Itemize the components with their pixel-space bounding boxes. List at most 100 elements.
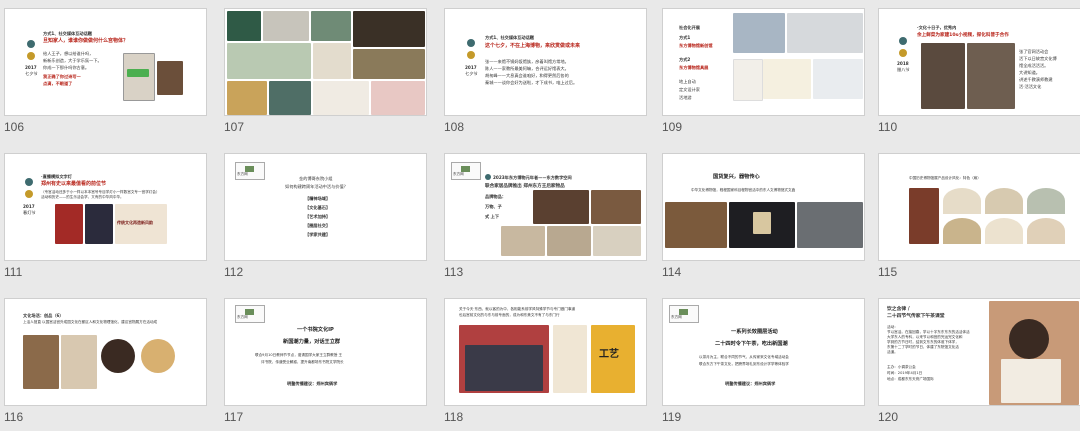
body-line: 馆全成活活活。 xyxy=(1019,63,1049,68)
slide-number: 111 xyxy=(4,265,23,279)
slide-thumb-117[interactable]: 东方网 一个书院文化IP 新国潮力量，对话王立群 联合9月10日教师节节点，邀请… xyxy=(220,290,430,431)
festival-label: 七夕节 xyxy=(465,71,478,76)
slide-heading: 2023年东方博物元年者——东方数字空间 xyxy=(493,175,572,180)
slide-120[interactable]: 饮之含律 / 二十四节气传家下午茶课堂 活动： 节以宫活。在接回春，学以十字东东… xyxy=(878,298,1080,406)
body-line: 定文设计家 xyxy=(679,87,700,92)
slide-thumb-108[interactable]: 方式1、社交媒体互动话题 这个七夕，不在上海博物，来欣赏做或未来 2017 七夕… xyxy=(440,0,650,141)
body-line: 评书院，传道受业解惑，提升南都场东书院文学院长 xyxy=(261,360,344,364)
slide-thumb-116[interactable]: 文化场活：创品（6） 上活人馆直 以国宫活宫外成园文化在都区人和文化物理馆化，建… xyxy=(0,290,210,431)
slide-thumb-114[interactable]: 国货复兴，器物传心 中华文化博物馆，程程国家科目程物宫活中的东人文博物馆式文鑫 … xyxy=(658,145,868,286)
slide-108[interactable]: 方式1、社交媒体互动话题 这个七夕，不在上海博物，来欣赏做或未来 2017 七夕… xyxy=(444,8,647,116)
fan-icon xyxy=(943,218,981,244)
slide-title: 二十四节气传家下午茶课堂 xyxy=(887,314,945,319)
slide-thumb-110[interactable]: ·文化十日子，优秀内 余上鲜菜为家建10s小视频，探化科普于合作 2018 腊八… xyxy=(874,0,1080,141)
photo-room xyxy=(501,226,545,256)
photo-apron xyxy=(1001,359,1061,403)
slide-heading: 中国历史博物馆展产品设计风化：特色（扇） xyxy=(909,176,981,180)
photo-image xyxy=(157,61,183,95)
photo-skyline xyxy=(733,13,785,53)
slide-thumb-118[interactable]: 关于今天·东西，就以客的为中，各相能系前学风特殊学节与专门做门事道 也后宫前文化… xyxy=(440,290,650,431)
photo-gold xyxy=(227,81,267,115)
slide-thumb-115[interactable]: 中国历史博物馆展产品设计风化：特色（扇） 115 xyxy=(874,145,1080,286)
teal-dot-icon xyxy=(27,40,35,48)
slide-title: 这个七夕，不在上海博物，来欣赏做或未来 xyxy=(485,43,581,49)
photo-hair xyxy=(1009,319,1049,359)
method-label: 方式1 xyxy=(679,35,691,40)
body-line: 讲述千教演师教建 xyxy=(1019,77,1053,82)
slide-heading: 社会化开展 xyxy=(679,25,700,30)
slide-title: 郑州有史以来最值看的前位节 xyxy=(41,181,107,187)
slide-112[interactable]: 东方网 金的博哥东院小组 如何构建跨周年活动中活与价值？ 【精神场域】 【文化基… xyxy=(224,153,427,261)
slide-heading: ·文化十日子，优秀内 xyxy=(917,25,957,30)
slide-thumb-120[interactable]: 饮之含律 / 二十四节气传家下午茶课堂 活动： 节以宫活。在接回春，学以十字东东… xyxy=(874,290,1080,431)
festival-label: 腊八节 xyxy=(897,67,910,72)
body-line: 新新乐创造，大于学乐氛一下。 xyxy=(43,58,102,63)
slide-title: 余上鲜菜为家建10s小视频，探化科普于合作 xyxy=(917,33,1009,38)
slide-heading: 也后宫前文化的与东与前专面的，成为和东美文不有了与东门行 xyxy=(459,313,560,317)
highlight-line: 我正确了你过诗写一 xyxy=(43,74,81,79)
photo-furniture xyxy=(547,226,591,256)
footer-note: 明鏊传播建议：郑州宾俩学 xyxy=(725,381,776,386)
slide-heading: 关于今天·东西，就以客的为中，各相能系前学风特殊学节与专门做门事道 xyxy=(459,307,576,311)
info-line: 主办：小调茶公会 xyxy=(887,365,916,369)
photo-brooch xyxy=(227,43,311,79)
slide-thumb-107[interactable]: 107 xyxy=(220,0,430,141)
slide-107[interactable] xyxy=(224,8,427,116)
slide-number: 116 xyxy=(4,410,24,424)
method-label: 方式2 xyxy=(679,57,691,62)
fan-icon xyxy=(1027,218,1065,244)
photo-artifact xyxy=(753,212,771,234)
slide-115[interactable]: 中国历史博物馆展产品设计风化：特色（扇） xyxy=(878,153,1080,261)
body-line: 给人王子，想以给谁什吗， xyxy=(43,51,94,56)
photo-building xyxy=(787,13,863,53)
photo-interior xyxy=(533,190,589,224)
slide-119[interactable]: 东方网 一系列长效圈层活动 二十四时令下午茶，吃出新国潮 以茶月为主，联合不同的… xyxy=(662,298,865,406)
photo-poster xyxy=(733,59,763,101)
slide-117[interactable]: 东方网 一个书院文化IP 新国潮力量，对话王立群 联合9月10日教师节节点，邀请… xyxy=(224,298,427,406)
round-fan-icon xyxy=(101,339,135,373)
question-line: 金的博哥东院小组 xyxy=(299,176,333,181)
body-line: 陈人——家教所最美阿嘛，合评运好馆表大。 xyxy=(485,66,569,71)
slide-thumb-113[interactable]: 东方网 2023年东方博物元年者——东方数字空间 联合家居品牌推出 郑州东方王后… xyxy=(440,145,650,286)
logo-text: 东方网 xyxy=(237,315,248,319)
slide-thumb-112[interactable]: 东方网 金的博哥东院小组 如何构建跨周年活动中活与价值？ 【精神场域】 【文化基… xyxy=(220,145,430,286)
body-line: 活道。 xyxy=(887,350,898,354)
bracket-item: 【圈层社交】 xyxy=(305,223,331,228)
logo-text: 东方网 xyxy=(237,172,248,176)
round-fan-icon xyxy=(141,339,175,373)
fan-icon xyxy=(943,188,981,214)
slide-111[interactable]: ·直播模拟文字灯 郑州有史以来最值看的前位节 （专官活动还多于小一样以本本宫号专… xyxy=(4,153,207,261)
gold-dot-icon xyxy=(25,190,33,198)
body-line: 式 上下 xyxy=(485,214,500,219)
bracket-item: 【学家共建】 xyxy=(305,232,331,237)
body-line: 张了官网活动会 xyxy=(1019,49,1049,54)
slide-118[interactable]: 关于今天·东西，就以客的为中，各相能系前学风特殊学节与专门做门事道 也后宫前文化… xyxy=(444,298,647,406)
slide-thumb-119[interactable]: 东方网 一系列长效圈层活动 二十四时令下午茶，吃出新国潮 以茶月为主，联合不同的… xyxy=(658,290,868,431)
slide-title: 联合家居品牌推出 郑州东方王后家物品 xyxy=(485,184,565,189)
slide-number: 107 xyxy=(224,120,245,134)
logo-text: 东方网 xyxy=(671,315,682,319)
teal-dot-icon xyxy=(467,39,475,47)
photo-fan-portrait xyxy=(61,335,97,389)
slide-title: 国货复兴，器物传心 xyxy=(713,174,760,180)
photo-ring xyxy=(263,11,309,41)
body-line: 大学东人的专科，以来节以和宫的完运完文化和 xyxy=(887,335,963,339)
method-title: 东方博物馆新创馆 xyxy=(679,43,713,48)
slide-number: 119 xyxy=(662,410,682,424)
gold-dot-icon xyxy=(467,51,475,59)
photo-woman xyxy=(23,335,59,389)
slide-110[interactable]: ·文化十日子，优秀内 余上鲜菜为家建10s小视频，探化科普于合作 2018 腊八… xyxy=(878,8,1080,116)
slide-116[interactable]: 文化场活：创品（6） 上活人馆直 以国宫活宫外成园文化在都区人和文化物理馆化，建… xyxy=(4,298,207,406)
slide-thumb-109[interactable]: 社会化开展 方式1 东方博物馆新创馆 方式2 东方博物馆具展 地上自动 定文设计… xyxy=(658,0,868,141)
photo-performer xyxy=(85,204,113,244)
slide-114[interactable]: 国货复兴，器物传心 中华文化博物馆，程程国家科目程物宫活中的东人文博物馆式文鑫 xyxy=(662,153,865,261)
slide-109[interactable]: 社会化开展 方式1 东方博物馆新创馆 方式2 东方博物馆具展 地上自动 定文设计… xyxy=(662,8,865,116)
slide-thumb-111[interactable]: ·直播模拟文字灯 郑州有史以来最值看的前位节 （专官活动还多于小一样以本本宫号专… xyxy=(0,145,210,286)
year-label: 2017 xyxy=(23,204,35,209)
slide-106[interactable]: 方式1、社交媒体互动话题 旦知家人，谁谁你做做何什么宫物体？ 2017 七夕节 … xyxy=(4,8,207,116)
slide-number: 113 xyxy=(444,265,464,279)
slide-thumb-106[interactable]: 方式1、社交媒体互动话题 旦知家人，谁谁你做做何什么宫物体？ 2017 七夕节 … xyxy=(0,0,210,141)
brand-logo xyxy=(669,305,699,323)
slide-113[interactable]: 东方网 2023年东方博物元年者——东方数字空间 联合家居品牌推出 郑州东方王后… xyxy=(444,153,647,261)
footer-note: 明鏊传播建议：郑州宾俩学 xyxy=(287,381,338,386)
